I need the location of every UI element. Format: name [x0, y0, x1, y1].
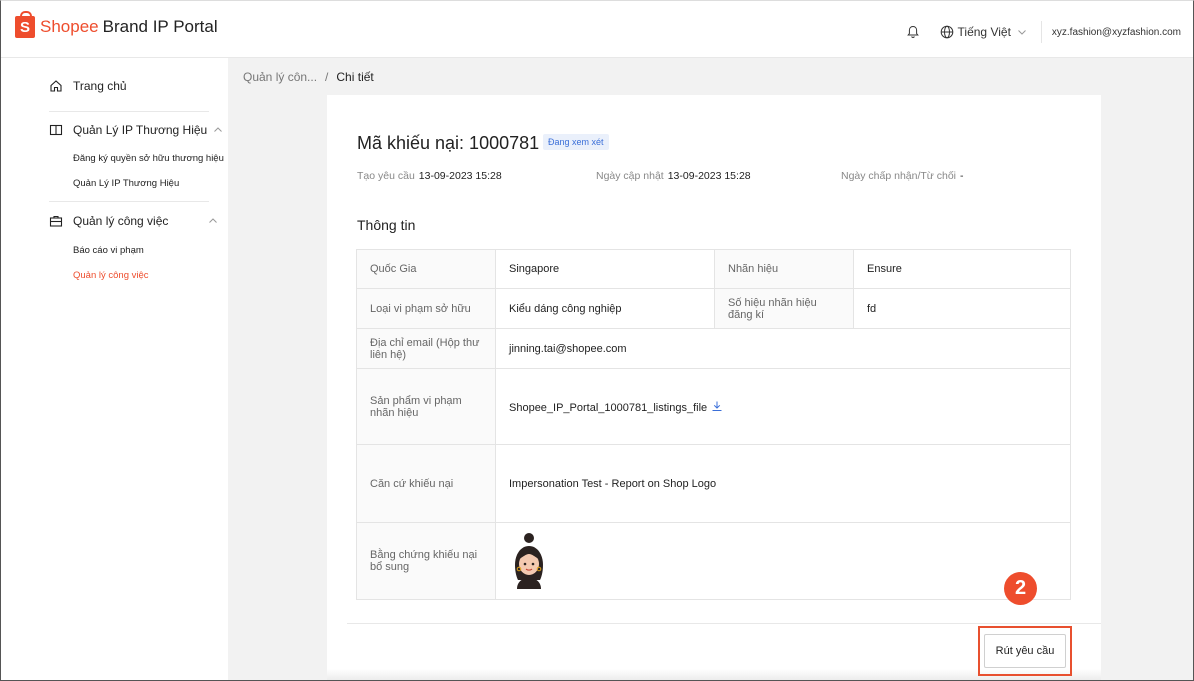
page-title: Mã khiếu nại: 1000781 [357, 133, 540, 153]
bell-icon[interactable] [906, 25, 920, 39]
created-value: 13-09-2023 15:28 [418, 170, 502, 182]
table-row: Loại vi phạm sở hữu Kiểu dáng công nghiệ… [356, 288, 1071, 329]
globe-icon[interactable] [940, 25, 954, 39]
shopee-logo[interactable]: S Shopee Brand IP Portal [15, 11, 218, 38]
step-number-marker: 2 [1004, 572, 1037, 605]
table-row: Sản phẩm vi phạm nhãn hiệu Shopee_IP_Por… [356, 368, 1071, 445]
table-row: Căn cứ khiếu nại Impersonation Test - Re… [356, 444, 1071, 523]
app-window: S Shopee Brand IP Portal Tiếng Việt xyz.… [0, 0, 1194, 681]
updated-value: 13-09-2023 15:28 [667, 170, 751, 182]
updated-date: Ngày cập nhật 13-09-2023 15:28 [596, 170, 751, 182]
table-row: Quốc Gia Singapore Nhãn hiệu Ensure [356, 249, 1071, 289]
sidebar-item-brand-ip-management[interactable]: Quản Lý IP Thương Hiệu [73, 178, 179, 189]
sidebar-group-brand-ip[interactable]: Quản Lý IP Thương Hiệu [49, 123, 223, 137]
additional-evidence-cell [495, 522, 1071, 600]
infringing-products-cell: Shopee_IP_Portal_1000781_listings_file [495, 368, 1071, 445]
withdraw-request-button[interactable]: Rút yêu cầu [984, 634, 1066, 668]
country-label: Quốc Gia [356, 249, 496, 289]
logo-brand-text: Shopee [40, 17, 99, 36]
infringing-products-label: Sản phẩm vi phạm nhãn hiệu [356, 368, 496, 445]
country-value: Singapore [495, 249, 715, 289]
sidebar-group-label: Quản lý công việc [73, 214, 169, 228]
violation-type-label: Loại vi phạm sở hữu [356, 288, 496, 329]
footer-divider [347, 623, 1101, 624]
shopee-bag-icon: S [15, 11, 35, 38]
table-row: Địa chỉ email (Hộp thư liên hệ) jinning.… [356, 328, 1071, 369]
status-badge: Đang xem xét [543, 134, 609, 150]
brand-label: Nhãn hiệu [714, 249, 854, 289]
table-row: Bằng chứng khiếu nại bổ sung [356, 522, 1071, 600]
decided-date: Ngày chấp nhận/Từ chối - [841, 170, 964, 182]
updated-label: Ngày cập nhật [596, 170, 664, 182]
user-account-email[interactable]: xyz.fashion@xyzfashion.com [1052, 27, 1181, 38]
download-icon[interactable] [711, 400, 723, 412]
decided-value: - [960, 170, 964, 182]
chevron-down-icon[interactable] [1017, 27, 1027, 37]
header-divider [1040, 21, 1042, 43]
complaint-basis-label: Căn cứ khiếu nại [356, 444, 496, 523]
contact-email-label: Địa chỉ email (Hộp thư liên hệ) [356, 328, 496, 369]
breadcrumb-separator: / [325, 70, 329, 84]
created-date: Tạo yêu cầu 13-09-2023 15:28 [357, 170, 502, 182]
book-icon [49, 124, 63, 136]
complaint-basis-value: Impersonation Test - Report on Shop Logo [495, 444, 1071, 523]
sidebar-item-home[interactable]: Trang chủ [49, 79, 127, 93]
logo-letter: S [19, 18, 30, 36]
sidebar-divider [49, 201, 209, 202]
sidebar-item-task-management[interactable]: Quản lý công việc [73, 270, 149, 281]
portal-name: Brand IP Portal [102, 17, 218, 36]
additional-evidence-label: Bằng chứng khiếu nại bổ sung [356, 522, 496, 600]
decided-label: Ngày chấp nhận/Từ chối [841, 170, 957, 182]
section-title: Thông tin [357, 217, 416, 233]
sidebar-item-label: Trang chủ [73, 79, 127, 93]
breadcrumb-parent[interactable]: Quản lý côn... [243, 70, 317, 84]
sidebar: Trang chủ Quản Lý IP Thương Hiệu Đăng ký… [1, 58, 228, 680]
registration-number-label: Số hiệu nhãn hiệu đăng kí [714, 288, 854, 329]
contact-email-value: jinning.tai@shopee.com [495, 328, 1071, 369]
listings-file-link[interactable]: Shopee_IP_Portal_1000781_listings_file [509, 402, 707, 414]
registration-number-value: fd [853, 288, 1071, 329]
breadcrumb: Quản lý côn... / Chi tiết [243, 70, 374, 84]
sidebar-group-label: Quản Lý IP Thương Hiệu [73, 123, 208, 137]
breadcrumb-current: Chi tiết [336, 70, 374, 84]
sidebar-divider [49, 111, 209, 112]
header-actions: Tiếng Việt xyz.fashion@xyzfashion.com [906, 21, 1181, 43]
info-table: Quốc Gia Singapore Nhãn hiệu Ensure Loại… [356, 249, 1071, 600]
chevron-up-icon [209, 218, 218, 223]
evidence-image-thumbnail[interactable] [509, 531, 549, 589]
briefcase-icon [49, 215, 63, 227]
chevron-up-icon [214, 127, 223, 132]
created-label: Tạo yêu cầu [357, 170, 415, 182]
sidebar-group-task-management[interactable]: Quản lý công việc [49, 214, 218, 228]
complaint-detail-card: Mã khiếu nại: 1000781 Đang xem xét Tạo y… [327, 95, 1101, 680]
home-icon [50, 80, 62, 92]
brand-value: Ensure [853, 249, 1071, 289]
sidebar-item-violation-reports[interactable]: Báo cáo vi phạm [73, 245, 144, 256]
sidebar-item-brand-registration[interactable]: Đăng ký quyền sở hữu thương hiệu [73, 153, 224, 164]
violation-type-value: Kiểu dáng công nghiệp [495, 288, 715, 329]
top-header: S Shopee Brand IP Portal Tiếng Việt xyz.… [1, 1, 1193, 58]
language-selector[interactable]: Tiếng Việt [958, 25, 1011, 39]
